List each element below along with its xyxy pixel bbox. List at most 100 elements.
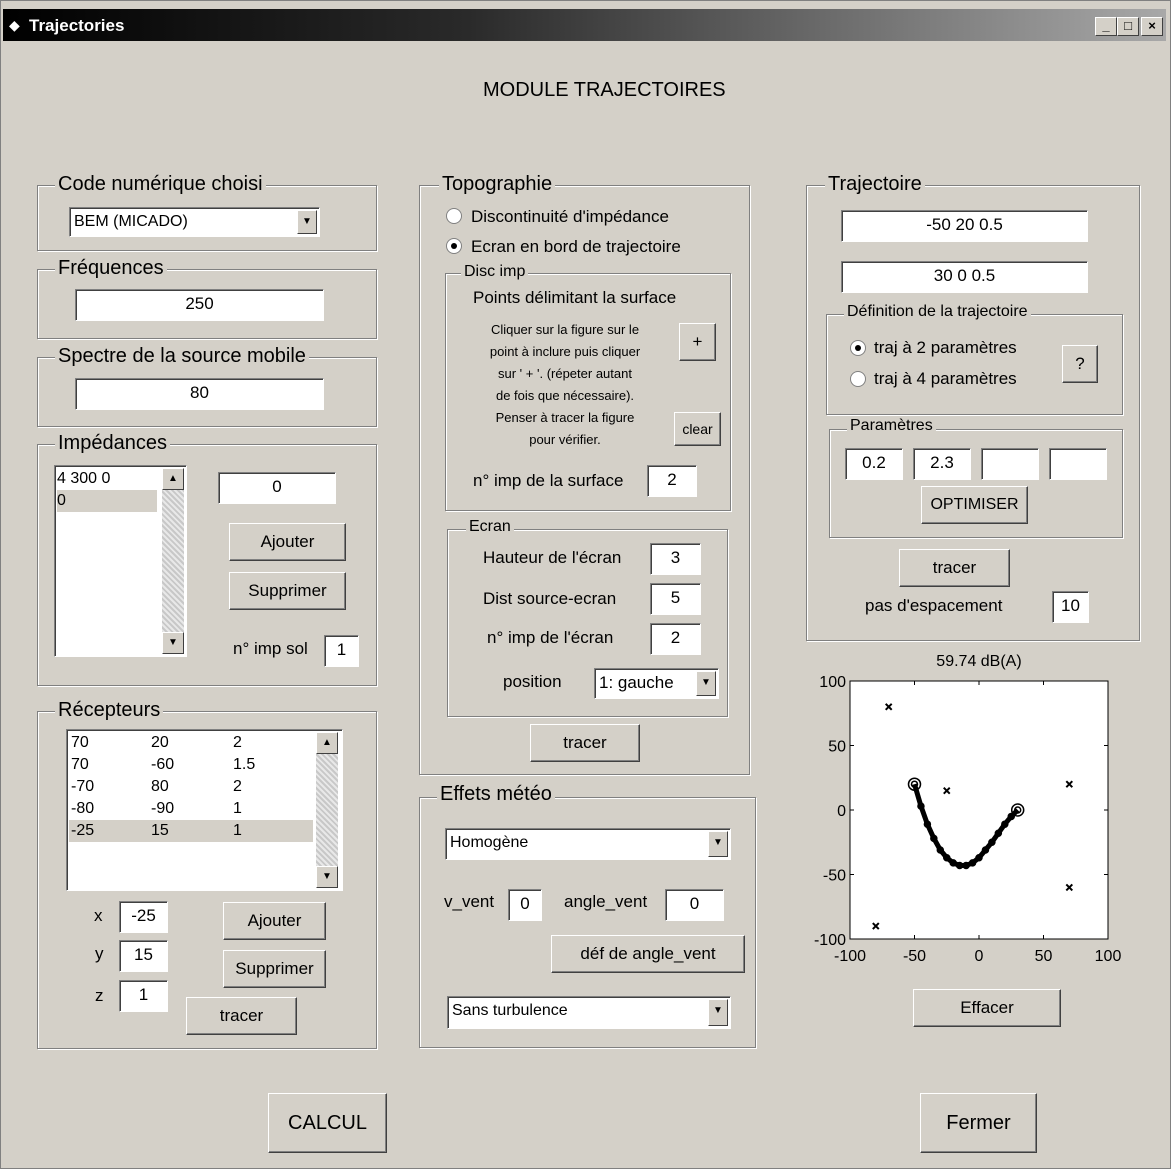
param-input-4[interactable] bbox=[1049, 448, 1107, 480]
chevron-down-icon[interactable]: ▼ bbox=[297, 210, 317, 234]
instruction-line: Cliquer sur la figure sur le bbox=[490, 322, 640, 337]
instruction-line: de fois que nécessaire). bbox=[495, 388, 635, 403]
traj-4-params-radio[interactable] bbox=[850, 371, 866, 387]
v-vent-input[interactable]: 0 bbox=[508, 889, 542, 921]
list-item[interactable]: 4 300 0 bbox=[57, 468, 157, 490]
frequences-input[interactable]: 250 bbox=[75, 289, 324, 321]
chevron-down-icon[interactable]: ▼ bbox=[708, 831, 728, 857]
maximize-button[interactable]: □ bbox=[1117, 17, 1139, 36]
topo-legend: Topographie bbox=[439, 173, 556, 195]
code-select[interactable]: BEM (MICADO) ▼ bbox=[69, 207, 320, 237]
trace-trajectoire-button[interactable]: tracer bbox=[899, 549, 1010, 587]
recepteurs-list[interactable]: 70 20 2 70 -60 1.5 -70 80 2 -80 -90 1 -2… bbox=[66, 729, 343, 891]
chevron-down-icon[interactable]: ▼ bbox=[708, 999, 728, 1026]
dist-input[interactable]: 5 bbox=[650, 583, 701, 615]
ecran-radio[interactable] bbox=[446, 238, 462, 254]
trajectoire-legend: Trajectoire bbox=[825, 173, 925, 195]
x-label: x bbox=[94, 906, 103, 925]
imp-sol-input[interactable]: 1 bbox=[324, 635, 359, 667]
trace-recepteurs-button[interactable]: tracer bbox=[186, 997, 297, 1035]
instruction-line: Penser à tracer la figure bbox=[495, 410, 635, 425]
remove-impedance-button[interactable]: Supprimer bbox=[229, 572, 346, 610]
disc-imp-legend: Disc imp bbox=[461, 263, 529, 281]
trace-topo-button[interactable]: tracer bbox=[530, 724, 640, 762]
parametres-legend: Paramètres bbox=[847, 417, 936, 435]
close-button[interactable]: × bbox=[1141, 17, 1163, 36]
x-tick-label: 0 bbox=[975, 948, 984, 965]
cell-x: -70 bbox=[71, 778, 95, 795]
imp-surface-input[interactable]: 2 bbox=[647, 465, 697, 497]
traj-2-params-radio[interactable] bbox=[850, 340, 866, 356]
fermer-button[interactable]: Fermer bbox=[920, 1093, 1037, 1153]
trajectory-chart[interactable]: 59.74 dB(A) -100 -50 0 50 100 100 50 0 -50 -100 bbox=[801, 646, 1141, 976]
table-row[interactable]: 70 20 2 bbox=[69, 732, 313, 754]
pas-input[interactable]: 10 bbox=[1052, 591, 1089, 623]
add-impedance-button[interactable]: Ajouter bbox=[229, 523, 346, 561]
chevron-down-icon[interactable]: ▼ bbox=[696, 671, 716, 696]
pas-label: pas d'espacement bbox=[865, 596, 1003, 615]
param-input-1[interactable]: 0.2 bbox=[845, 448, 903, 480]
y-tick-label: 50 bbox=[828, 739, 846, 756]
list-item[interactable]: 0 bbox=[57, 490, 157, 512]
cell-z: 1 bbox=[233, 800, 242, 817]
add-point-button[interactable]: + bbox=[679, 323, 716, 361]
cell-x: 70 bbox=[71, 734, 89, 751]
y-tick-label: -100 bbox=[814, 932, 846, 949]
y-input[interactable]: 15 bbox=[119, 940, 168, 972]
y-tick-label: 0 bbox=[837, 803, 846, 820]
help-button[interactable]: ? bbox=[1062, 345, 1098, 383]
clear-points-button[interactable]: clear bbox=[674, 412, 721, 446]
y-tick-label: 100 bbox=[819, 674, 846, 691]
y-label: y bbox=[95, 944, 104, 963]
remove-recepteur-button[interactable]: Supprimer bbox=[223, 950, 326, 988]
cell-y: 80 bbox=[151, 778, 169, 795]
table-row[interactable]: -25 15 1 bbox=[69, 820, 313, 842]
position-label: position bbox=[503, 672, 562, 691]
x-input[interactable]: -25 bbox=[119, 901, 168, 933]
cell-y: -90 bbox=[151, 800, 175, 817]
impedances-list[interactable]: 4 300 0 0 ▲ ▼ bbox=[54, 465, 187, 657]
x-tick-label: -50 bbox=[903, 948, 926, 965]
cell-y: -60 bbox=[151, 756, 175, 773]
title-bar[interactable]: ◆ Trajectories _ □ × bbox=[3, 9, 1166, 41]
window: ◆ Trajectories _ □ × MODULE TRAJECTOIRES… bbox=[0, 0, 1171, 1169]
table-row[interactable]: -80 -90 1 bbox=[69, 798, 313, 820]
cell-y: 15 bbox=[151, 822, 169, 839]
meteo-profile-select[interactable]: Homogène ▼ bbox=[445, 828, 731, 860]
effacer-button[interactable]: Effacer bbox=[913, 989, 1061, 1027]
cell-x: 70 bbox=[71, 756, 89, 773]
scroll-up-icon[interactable]: ▲ bbox=[316, 732, 338, 754]
page-title: MODULE TRAJECTOIRES bbox=[483, 79, 726, 101]
turbulence-select[interactable]: Sans turbulence ▼ bbox=[447, 996, 731, 1029]
matlab-figure-icon: ◆ bbox=[9, 17, 20, 33]
table-row[interactable]: -70 80 2 bbox=[69, 776, 313, 798]
angle-vent-input[interactable]: 0 bbox=[665, 889, 724, 921]
scrollbar[interactable]: ▲ ▼ bbox=[316, 732, 338, 888]
scroll-down-icon[interactable]: ▼ bbox=[162, 632, 184, 654]
hauteur-input[interactable]: 3 bbox=[650, 543, 701, 575]
start-point-input[interactable]: -50 20 0.5 bbox=[841, 210, 1088, 242]
spectre-input[interactable]: 80 bbox=[75, 378, 324, 410]
position-select[interactable]: 1: gauche ▼ bbox=[594, 668, 719, 699]
scrollbar[interactable]: ▲ ▼ bbox=[162, 468, 184, 654]
add-recepteur-button[interactable]: Ajouter bbox=[223, 902, 326, 940]
end-point-input[interactable]: 30 0 0.5 bbox=[841, 261, 1088, 293]
scroll-up-icon[interactable]: ▲ bbox=[162, 468, 184, 490]
calcul-button[interactable]: CALCUL bbox=[268, 1093, 387, 1153]
def-angle-vent-button[interactable]: déf de angle_vent bbox=[551, 935, 745, 973]
ecran-option-label: Ecran en bord de trajectoire bbox=[471, 237, 681, 256]
imp-ecran-input[interactable]: 2 bbox=[650, 623, 701, 655]
meteo-profile-value: Homogène bbox=[450, 834, 529, 851]
z-input[interactable]: 1 bbox=[119, 980, 168, 1012]
impedance-input[interactable]: 0 bbox=[218, 472, 336, 504]
definition-legend: Définition de la trajectoire bbox=[844, 303, 1031, 321]
optimiser-button[interactable]: OPTIMISER bbox=[921, 486, 1028, 524]
disc-instructions: Cliquer sur la figure sur le point à inc… bbox=[459, 319, 671, 451]
minimize-button[interactable]: _ bbox=[1095, 17, 1117, 36]
param-input-2[interactable]: 2.3 bbox=[913, 448, 971, 480]
cell-x: -25 bbox=[71, 822, 95, 839]
table-row[interactable]: 70 -60 1.5 bbox=[69, 754, 313, 776]
param-input-3[interactable] bbox=[981, 448, 1039, 480]
discontinuite-radio[interactable] bbox=[446, 208, 462, 224]
scroll-down-icon[interactable]: ▼ bbox=[316, 866, 338, 888]
